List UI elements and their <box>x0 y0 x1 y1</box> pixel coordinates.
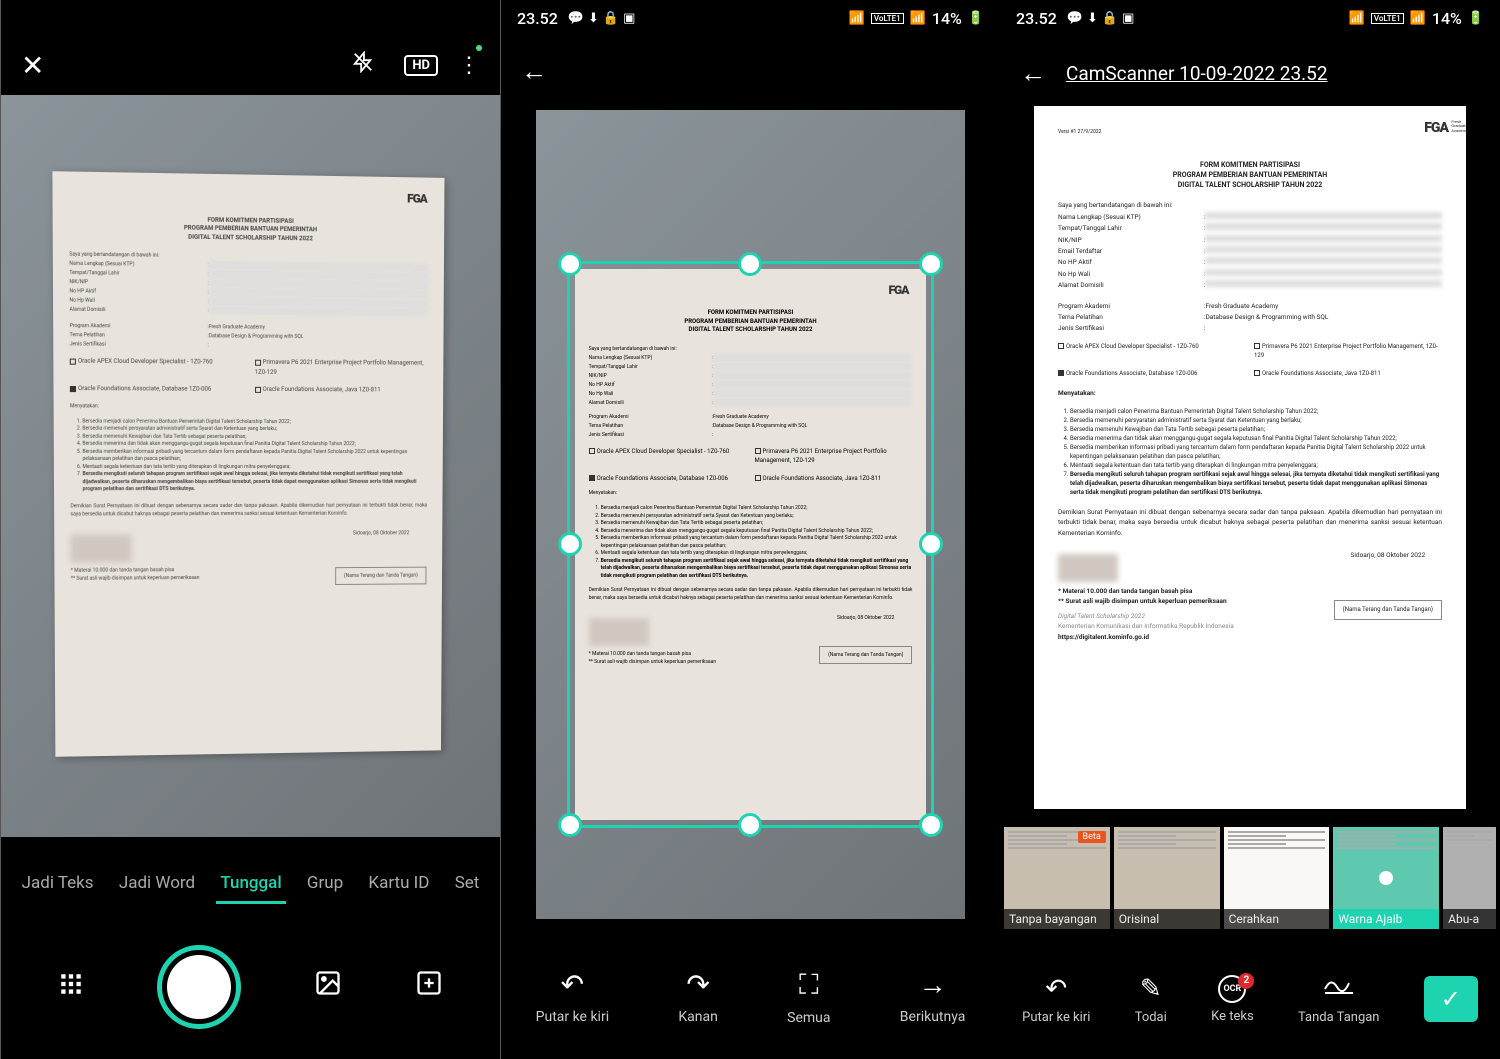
check-icon: ✓ <box>1441 985 1461 1013</box>
grid-icon[interactable] <box>58 971 84 1003</box>
crop-handle-tr[interactable] <box>919 252 943 276</box>
download-icon: ⬇ <box>588 11 599 26</box>
todai-button[interactable]: ✎ Todai <box>1135 974 1167 1025</box>
volte-badge: VoLTE1 <box>871 13 904 24</box>
battery-icon: 🔋 <box>968 11 984 26</box>
chat-icon: 💬 <box>1067 11 1083 26</box>
filter-abu[interactable]: Abu-a <box>1443 827 1496 929</box>
confirm-button[interactable]: ✓ <box>1424 976 1478 1022</box>
gallery-icon[interactable] <box>314 969 342 1004</box>
document-in-edit: Versi #1 27/9/2022 FGA Fresh Graduate Ac… <box>1034 106 1466 809</box>
active-filter-dot <box>1379 871 1393 885</box>
crop-viewport: FGA FORM KOMITMEN PARTISIPASI PROGRAM PE… <box>536 110 965 919</box>
wifi-icon: 📶 <box>849 11 865 26</box>
import-pdf-icon[interactable] <box>415 969 443 1004</box>
document-in-crop[interactable]: FGA FORM KOMITMEN PARTISIPASI PROGRAM PE… <box>575 269 927 819</box>
rotate-left-icon: ↶ <box>1045 974 1067 1004</box>
back-arrow-icon[interactable]: ← <box>1020 58 1046 89</box>
signature-button[interactable]: Tanda Tangan <box>1298 973 1380 1025</box>
crop-frame[interactable] <box>567 261 935 827</box>
mode-tunggal[interactable]: Tunggal <box>216 865 285 904</box>
edit-viewport: Versi #1 27/9/2022 FGA Fresh Graduate Ac… <box>1034 106 1466 809</box>
crop-handle-bm[interactable] <box>738 813 762 837</box>
camera-panel: ✕ HD ⋮ FGA FORM KOMITMEN PARTISIPASI PRO… <box>0 0 500 1059</box>
rotate-left-button[interactable]: ↶ Putar ke kiri <box>536 968 609 1025</box>
mode-kartu-id[interactable]: Kartu ID <box>364 865 433 904</box>
back-arrow-icon[interactable]: ← <box>521 56 547 87</box>
next-button[interactable]: → Berikutnya <box>900 968 966 1025</box>
filter-strip: Beta Tanpa bayangan Orisinal Cerahkan Wa… <box>1000 827 1500 929</box>
edit-actions-bar: ↶ Putar ke kiri ✎ Todai OCR2 Ke teks Tan… <box>1000 939 1500 1059</box>
wifi-icon: 📶 <box>1349 11 1365 26</box>
rotate-left-button[interactable]: ↶ Putar ke kiri <box>1022 974 1090 1025</box>
crop-panel: 23.52 💬 ⬇ 🔒 ▣ 📶 VoLTE1 📶 14% 🔋 ← FGA FOR… <box>500 0 1000 1059</box>
rotate-right-button[interactable]: ↷ Kanan <box>678 968 717 1025</box>
capture-modes: Jadi Teks Jadi Word Tunggal Grup Kartu I… <box>1 865 500 904</box>
image-icon: ▣ <box>1122 11 1134 26</box>
title-bar: ← CamScanner 10-09-2022 23.52 <box>1000 48 1500 98</box>
menu-more-icon[interactable]: ⋮ <box>458 53 480 78</box>
rotate-right-icon: ↷ <box>686 968 709 1001</box>
crop-handle-tl[interactable] <box>558 252 582 276</box>
expand-icon: ⛶ <box>799 968 819 1002</box>
expand-all-button[interactable]: ⛶ Semua <box>787 968 830 1026</box>
signature-icon <box>1323 973 1355 1004</box>
crop-handle-tm[interactable] <box>738 252 762 276</box>
status-bar: 23.52 💬 ⬇ 🔒 ▣ 📶 VoLTE1 📶 14% 🔋 <box>501 0 1000 36</box>
lock-icon: 🔒 <box>1102 11 1118 26</box>
fga-logo: FGA <box>407 191 427 205</box>
signal-icon: 📶 <box>910 11 926 26</box>
lock-icon: 🔒 <box>603 11 619 26</box>
mode-jadi-teks[interactable]: Jadi Teks <box>18 865 98 904</box>
crop-handle-ml[interactable] <box>558 532 582 556</box>
hd-badge[interactable]: HD <box>404 55 438 76</box>
mode-grup[interactable]: Grup <box>303 865 347 904</box>
arrow-right-icon: → <box>919 968 947 1001</box>
beta-badge: Beta <box>1078 831 1106 843</box>
close-icon[interactable]: ✕ <box>21 49 44 82</box>
battery-percent: 14% <box>932 9 962 28</box>
filter-cerahkan[interactable]: Cerahkan <box>1224 827 1330 929</box>
battery-icon: 🔋 <box>1468 11 1484 26</box>
camera-toolbar: ✕ HD ⋮ <box>1 45 500 85</box>
document-in-camera: FGA FORM KOMITMEN PARTISIPASI PROGRAM PE… <box>52 171 444 756</box>
filter-warna-ajaib[interactable]: Warna Ajaib <box>1333 827 1439 929</box>
shutter-button[interactable] <box>157 945 241 1029</box>
image-icon: ▣ <box>623 11 635 26</box>
pencil-icon: ✎ <box>1140 974 1162 1004</box>
edit-panel: 23.52 💬 ⬇ 🔒 ▣ 📶 VoLTE1 📶 14% 🔋 ← CamScan… <box>1000 0 1500 1059</box>
rotate-left-icon: ↶ <box>561 968 584 1001</box>
ocr-count-badge: 2 <box>1238 973 1254 989</box>
filter-tanpa-bayangan[interactable]: Beta Tanpa bayangan <box>1004 827 1110 929</box>
ocr-icon: OCR2 <box>1218 975 1246 1003</box>
crop-handle-bl[interactable] <box>558 813 582 837</box>
status-time: 23.52 <box>517 9 558 28</box>
volte-badge: VoLTE1 <box>1371 13 1404 24</box>
filter-orisinal[interactable]: Orisinal <box>1114 827 1220 929</box>
signal-icon: 📶 <box>1410 11 1426 26</box>
crop-actions-bar: ↶ Putar ke kiri ↷ Kanan ⛶ Semua → Beriku… <box>501 934 1000 1059</box>
status-bar: 23.52 💬 ⬇ 🔒 ▣ 📶 VoLTE1 📶 14% 🔋 <box>1000 0 1500 36</box>
camera-viewport: FGA FORM KOMITMEN PARTISIPASI PROGRAM PE… <box>1 95 500 837</box>
status-time: 23.52 <box>1016 9 1057 28</box>
mode-jadi-word[interactable]: Jadi Word <box>115 865 199 904</box>
flash-off-icon[interactable] <box>352 51 374 79</box>
document-title[interactable]: CamScanner 10-09-2022 23.52 <box>1066 62 1328 85</box>
mode-set[interactable]: Set <box>451 865 484 904</box>
camera-bottom-bar <box>1 914 500 1059</box>
crop-handle-mr[interactable] <box>919 532 943 556</box>
battery-percent: 14% <box>1432 9 1462 28</box>
chat-icon: 💬 <box>568 11 584 26</box>
ocr-button[interactable]: OCR2 Ke teks <box>1211 975 1254 1024</box>
crop-handle-br[interactable] <box>919 813 943 837</box>
download-icon: ⬇ <box>1087 11 1098 26</box>
